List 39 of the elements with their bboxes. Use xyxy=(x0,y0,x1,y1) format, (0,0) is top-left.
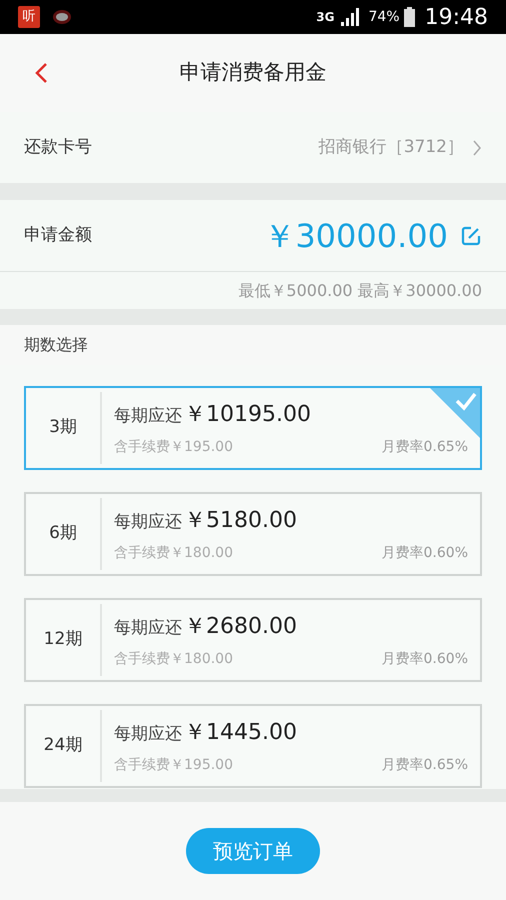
battery-icon xyxy=(404,7,415,27)
payment-amount: ￥5180.00 xyxy=(184,507,297,535)
payment-label: 每期应还 xyxy=(114,617,182,640)
fee-text: 含手续费￥180.00 xyxy=(114,650,233,669)
card-label: 还款卡号 xyxy=(24,136,92,159)
fee-text: 含手续费￥195.00 xyxy=(114,438,233,457)
payment-amount: ￥2680.00 xyxy=(184,613,297,641)
bank-card-value: 招商银行［3712］ xyxy=(318,136,464,159)
fee-text: 含手续费￥195.00 xyxy=(114,756,233,775)
chevron-right-icon xyxy=(472,140,482,156)
payment-label: 每期应还 xyxy=(114,723,182,746)
term-option[interactable]: 6期 每期应还￥5180.00 含手续费￥180.00 月费率0.60% xyxy=(24,492,482,576)
amount-limits: 最低￥5000.00 最高￥30000.00 xyxy=(238,280,482,302)
rate-text: 月费率0.65% xyxy=(382,756,468,775)
term-count: 3期 xyxy=(26,392,102,464)
payment-amount: ￥1445.00 xyxy=(184,719,297,747)
rate-text: 月费率0.65% xyxy=(382,438,468,457)
amount-label: 申请金额 xyxy=(24,224,92,247)
network-type: 3G xyxy=(316,9,334,26)
clock: 19:48 xyxy=(424,4,488,32)
rate-text: 月费率0.60% xyxy=(382,650,468,669)
app-icon: 听 xyxy=(18,6,40,28)
page-title: 申请消费备用金 xyxy=(180,59,326,86)
rate-text: 月费率0.60% xyxy=(382,544,468,563)
fee-text: 含手续费￥180.00 xyxy=(114,544,233,563)
term-count: 24期 xyxy=(26,710,102,782)
battery-percent: 74% xyxy=(368,8,400,26)
amount-value: ￥30000.00 xyxy=(263,216,448,256)
term-option[interactable]: 3期 每期应还￥10195.00 含手续费￥195.00 月费率0.65% xyxy=(24,386,482,470)
term-option[interactable]: 24期 每期应还￥1445.00 含手续费￥195.00 月费率0.65% xyxy=(24,704,482,788)
payment-label: 每期应还 xyxy=(114,405,182,428)
term-count: 12期 xyxy=(26,604,102,676)
payment-amount: ￥10195.00 xyxy=(184,401,311,429)
check-corner-icon xyxy=(430,388,480,438)
payment-label: 每期应还 xyxy=(114,511,182,534)
section-label: 期数选择 xyxy=(24,334,88,356)
term-option[interactable]: 12期 每期应还￥2680.00 含手续费￥180.00 月费率0.60% xyxy=(24,598,482,682)
term-count: 6期 xyxy=(26,498,102,570)
edit-icon[interactable] xyxy=(460,224,482,246)
